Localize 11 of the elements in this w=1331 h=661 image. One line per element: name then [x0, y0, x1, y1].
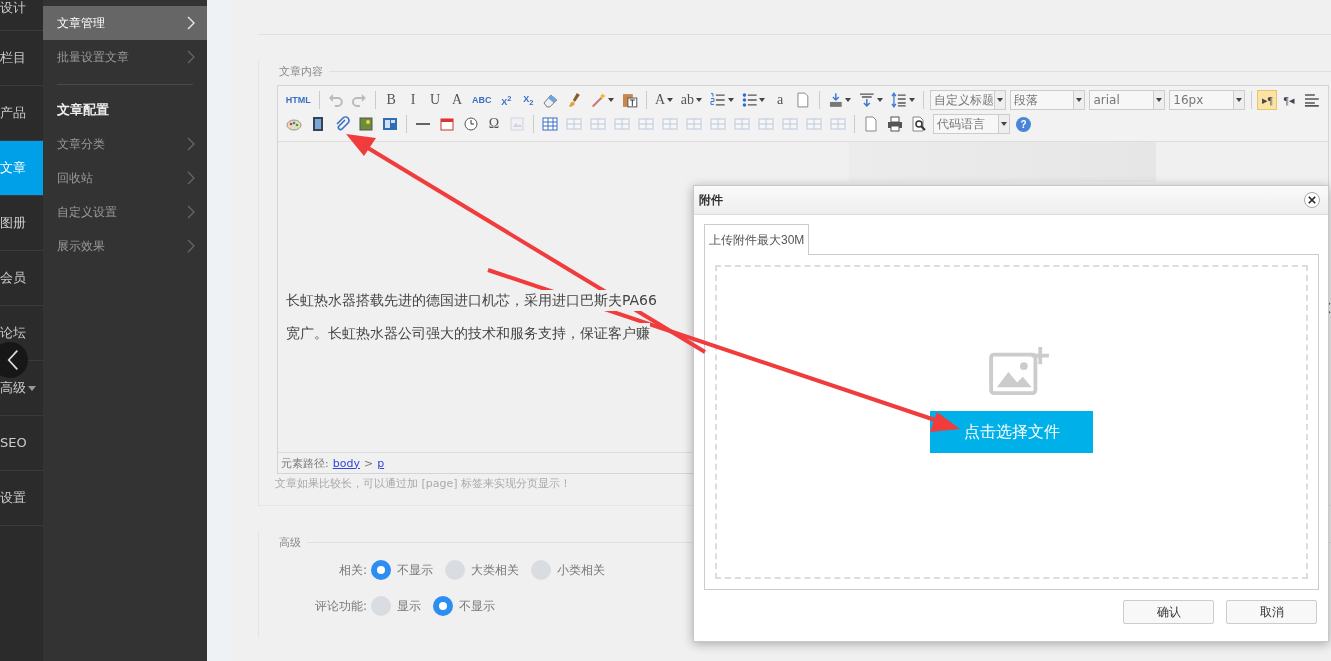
dialog-title: 附件	[699, 191, 723, 209]
field-label: 评论功能:	[313, 597, 368, 615]
hint-text: 文章如果比较长，可以通过加 [page] 标签来实现分页显示！	[275, 476, 573, 491]
field-label: 相关:	[337, 561, 368, 579]
paragraph-text: 长虹热水器搭载先进的德国进口机芯，采用进口巴斯夫PA66	[286, 290, 657, 311]
paragraph-text: 宽广。长虹热水器公司强大的技术和服务支持，保证客户赚	[286, 323, 650, 344]
path-label: 元素路径:	[281, 455, 329, 471]
section-heading: 文章配置	[56, 101, 110, 119]
section-legend: 高级	[273, 534, 307, 550]
section-legend: 文章内容	[273, 63, 329, 79]
path-separator: >	[363, 456, 374, 470]
